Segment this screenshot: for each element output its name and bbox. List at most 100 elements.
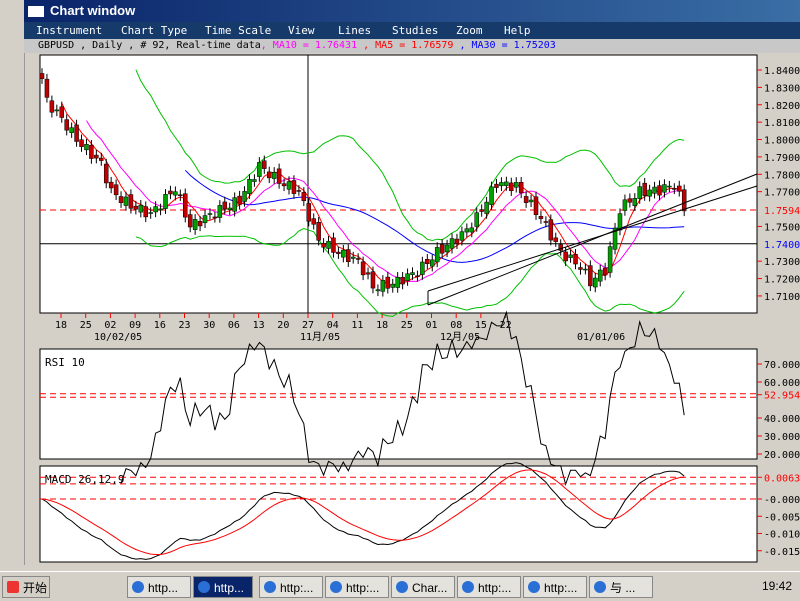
candle <box>113 184 119 196</box>
macd-tick-label: -0.0050 <box>764 512 800 523</box>
date-tick-label: 04 <box>327 320 339 331</box>
menu-time-scale[interactable]: Time Scale <box>205 22 271 39</box>
candle <box>178 194 183 197</box>
candle <box>108 181 114 189</box>
date-tick-label: 27 <box>302 320 314 331</box>
candle <box>59 106 65 118</box>
taskbar-item[interactable]: Char... <box>391 576 455 598</box>
candle <box>444 244 450 253</box>
candle <box>513 182 519 188</box>
date-tick-label: 02 <box>104 320 116 331</box>
candle <box>430 259 435 267</box>
rsi-tick-label: 40.0000 <box>764 414 800 425</box>
chart-area[interactable]: 1.8400 1.8300 1.8200 1.8100 1.8000 1.7900 1.78… <box>24 53 800 565</box>
candle <box>350 256 356 259</box>
candle <box>375 289 381 292</box>
candle <box>79 139 84 147</box>
candle <box>163 194 168 209</box>
candle <box>346 249 351 262</box>
macd-label: MACD 26,12,9 <box>45 473 124 486</box>
candle <box>89 144 94 159</box>
menu-help[interactable]: Help <box>504 22 531 39</box>
rsi-tick-label: 20.0000 <box>764 450 800 461</box>
candle <box>469 227 475 233</box>
taskbar-item[interactable]: http... <box>127 576 191 598</box>
candle <box>222 201 228 210</box>
info-bar: GBPUSD , Daily , # 92, Real-time data, M… <box>24 39 800 53</box>
candle <box>173 191 178 196</box>
candle <box>143 206 148 218</box>
candle <box>400 276 405 285</box>
taskbar-item[interactable]: http:... <box>325 576 389 598</box>
candle <box>103 163 109 184</box>
candle <box>607 246 613 273</box>
candle <box>464 228 470 233</box>
price-tick-label: 1.8100 <box>764 118 800 129</box>
date-tick-label: 30 <box>203 320 215 331</box>
candle <box>266 171 272 179</box>
price-tick-label: 1.7900 <box>764 153 800 164</box>
date-tick-label: 25 <box>401 320 413 331</box>
taskbar-item[interactable]: 与 ... <box>589 576 653 598</box>
price-tick-label: 1.8300 <box>764 83 800 94</box>
candle <box>509 182 514 191</box>
candle <box>568 254 573 258</box>
candle <box>301 192 307 202</box>
candle <box>217 205 223 218</box>
date-tick-label: 08 <box>450 320 462 331</box>
candle <box>647 189 652 197</box>
candle <box>380 280 386 292</box>
candle <box>296 190 302 192</box>
date-tick-label: 15 <box>475 320 487 331</box>
taskbar-item[interactable]: http... <box>193 576 253 598</box>
month-label: 10/02/05 <box>94 332 142 343</box>
taskbar-item[interactable]: http:... <box>523 576 587 598</box>
candle <box>553 237 559 242</box>
candle <box>286 181 292 190</box>
menu-lines[interactable]: Lines <box>338 22 371 39</box>
menu-studies[interactable]: Studies <box>392 22 438 39</box>
candle <box>360 261 366 276</box>
candle <box>681 189 687 212</box>
candle <box>479 209 484 212</box>
rsi-panel[interactable] <box>39 348 758 460</box>
candle <box>271 172 277 179</box>
menu-instrument[interactable]: Instrument <box>36 22 102 39</box>
taskbar-item[interactable]: http:... <box>259 576 323 598</box>
candle <box>677 185 682 192</box>
candle <box>94 154 99 159</box>
price-panel[interactable] <box>39 54 758 314</box>
candle <box>543 221 549 223</box>
candle <box>281 183 287 187</box>
price-tick-label: 1.8200 <box>764 101 800 112</box>
macd-panel[interactable] <box>39 465 758 563</box>
taskbar-item[interactable]: http:... <box>457 576 521 598</box>
title-bar: Chart window <box>24 0 800 22</box>
candle <box>252 179 257 182</box>
candle <box>588 265 593 287</box>
date-tick-label: 25 <box>80 320 92 331</box>
macd-tick-label: -0.0000 <box>764 495 800 506</box>
menu-view[interactable]: View <box>288 22 315 39</box>
candle <box>74 124 79 142</box>
candle <box>148 212 153 214</box>
candle <box>168 190 173 195</box>
clock: 19:42 <box>761 579 792 593</box>
price-tick-label: 1.7700 <box>764 188 800 199</box>
candle <box>627 198 633 203</box>
rsi-tick-label: 60.0000 <box>764 378 800 389</box>
window-title: Chart window <box>50 3 136 18</box>
start-button[interactable]: 开始 <box>2 576 50 598</box>
date-tick-label: 11 <box>351 320 363 331</box>
taskbar: 开始 http... http... http:... http:... Char...… <box>0 571 800 601</box>
candle <box>183 193 188 218</box>
symbol-info: GBPUSD , Daily , # 92, Real-time data <box>38 40 261 51</box>
candle <box>237 195 242 205</box>
menu-zoom[interactable]: Zoom <box>456 22 483 39</box>
month-label: 01/01/06 <box>577 332 625 343</box>
menu-chart-type[interactable]: Chart Type <box>121 22 187 39</box>
candle <box>494 183 499 188</box>
candle <box>311 218 316 225</box>
candle <box>573 254 578 265</box>
candle <box>187 214 193 228</box>
